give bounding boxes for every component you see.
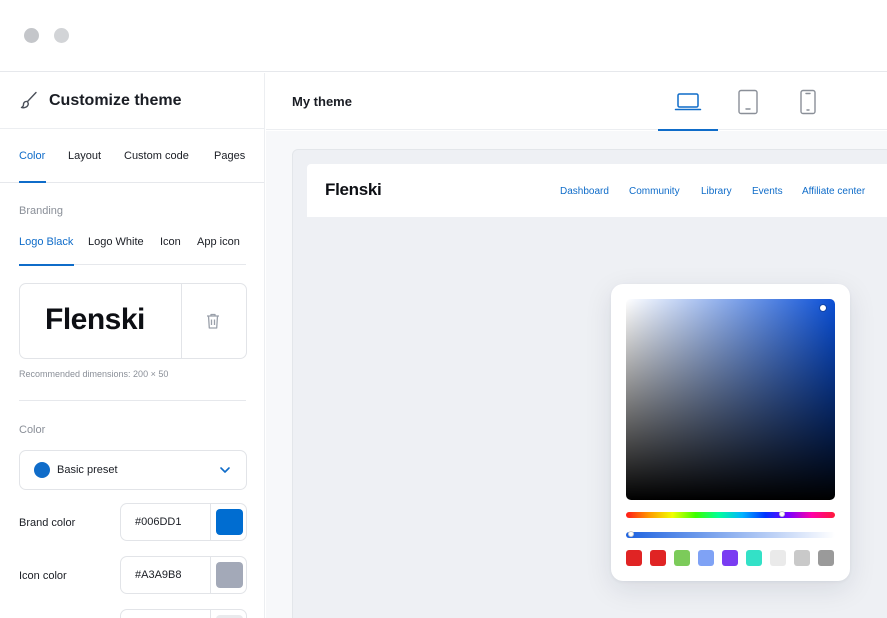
preset-select[interactable]: Basic preset (19, 450, 247, 490)
brand-color-value: #006DD1 (135, 516, 182, 528)
tab-pages[interactable]: Pages (214, 150, 245, 162)
window-minimize-dot[interactable] (54, 28, 69, 43)
laptop-icon (674, 92, 702, 110)
color-picker-popover (611, 284, 850, 581)
sidebar-title: Customize theme (49, 92, 182, 109)
logo-box-divider (181, 284, 182, 358)
preview-nav-community[interactable]: Community (629, 186, 680, 197)
brand-color-label: Brand color (19, 517, 76, 529)
branding-section-label: Branding (19, 205, 64, 217)
brand-color-field[interactable]: #006DD1 (120, 503, 247, 541)
trash-icon[interactable] (205, 312, 221, 330)
preset-swatch[interactable] (794, 550, 810, 566)
theme-name: My theme (292, 94, 352, 109)
logo-upload-box[interactable]: Flenski (19, 283, 247, 359)
active-subtab-indicator (19, 264, 74, 266)
opacity-slider[interactable] (626, 531, 835, 538)
sidebar-tabs: Color Layout Custom code Pages (0, 129, 264, 183)
device-laptop-button[interactable] (658, 73, 718, 131)
preset-select-label: Basic preset (57, 464, 118, 476)
subtab-logo-white[interactable]: Logo White (88, 236, 144, 248)
hue-slider[interactable] (626, 511, 835, 518)
icon-color-value: #A3A9B8 (135, 569, 182, 581)
device-phone-button[interactable] (778, 73, 838, 130)
icon-color-label: Icon color (19, 570, 67, 582)
preview-nav-library[interactable]: Library (701, 186, 732, 197)
hue-slider-handle[interactable] (779, 511, 785, 517)
preset-swatch[interactable] (722, 550, 738, 566)
tab-layout[interactable]: Layout (68, 150, 101, 162)
chevron-down-icon (220, 467, 230, 473)
color-section-label: Color (19, 424, 46, 436)
saturation-value-area[interactable] (626, 299, 835, 500)
preset-swatch[interactable] (674, 550, 690, 566)
brand-color-swatch[interactable] (216, 509, 243, 535)
tab-color[interactable]: Color (19, 150, 45, 162)
next-color-field[interactable] (120, 609, 247, 618)
sidebar-header: Customize theme (0, 73, 264, 129)
preview-navbar: Flenski Dashboard Community Library Even… (307, 164, 887, 217)
device-tablet-button[interactable] (718, 73, 778, 130)
section-divider (19, 400, 246, 401)
subtab-app-icon[interactable]: App icon (197, 236, 240, 248)
active-tab-indicator (19, 181, 46, 183)
preview-topbar: My theme (266, 73, 887, 131)
subtab-logo-black[interactable]: Logo Black (19, 236, 73, 248)
subtab-icon[interactable]: Icon (160, 236, 181, 248)
opacity-slider-handle[interactable] (628, 531, 634, 537)
tab-custom-code[interactable]: Custom code (124, 150, 189, 162)
logo-dimensions-hint: Recommended dimensions: 200 × 50 (19, 369, 169, 379)
preset-swatch[interactable] (650, 550, 666, 566)
window-close-dot[interactable] (24, 28, 39, 43)
window-titlebar (0, 0, 887, 72)
preview-nav-events[interactable]: Events (752, 186, 783, 197)
preset-swatch (34, 462, 50, 478)
tablet-icon (738, 89, 758, 114)
preview-nav-affiliate-center[interactable]: Affiliate center (802, 186, 865, 197)
icon-color-swatch[interactable] (216, 562, 243, 588)
color-field-divider (210, 557, 211, 593)
preset-swatch[interactable] (770, 550, 786, 566)
color-field-divider (210, 610, 211, 618)
color-field-divider (210, 504, 211, 540)
preset-swatch[interactable] (746, 550, 762, 566)
preview-nav-dashboard[interactable]: Dashboard (560, 186, 609, 197)
preset-swatch[interactable] (698, 550, 714, 566)
preview-logo: Flenski (325, 180, 382, 199)
customize-sidebar: Customize theme Color Layout Custom code… (0, 73, 265, 618)
saturation-handle[interactable] (820, 305, 826, 311)
logo-preview: Flenski (45, 303, 145, 336)
preset-swatch[interactable] (818, 550, 834, 566)
preset-swatch[interactable] (626, 550, 642, 566)
icon-color-field[interactable]: #A3A9B8 (120, 556, 247, 594)
phone-icon (800, 89, 816, 114)
brush-icon (20, 91, 37, 109)
